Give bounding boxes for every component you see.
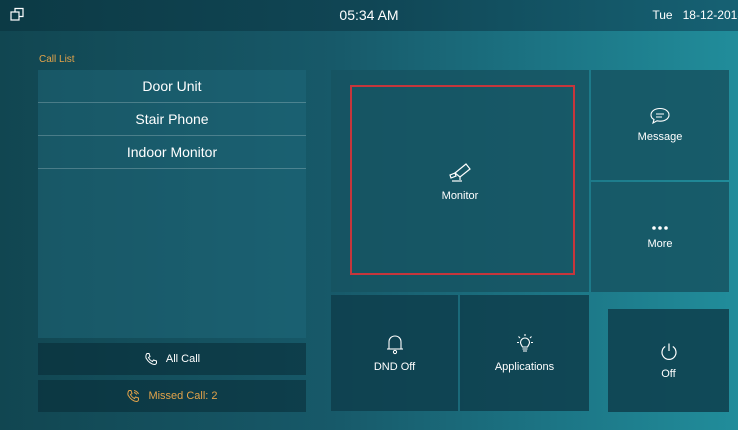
more-tile[interactable]: More <box>591 182 729 292</box>
phone-icon <box>145 353 157 366</box>
power-icon <box>660 343 677 360</box>
power-tile[interactable]: Off <box>608 309 729 412</box>
message-label: Message <box>637 131 683 143</box>
power-label: Off <box>661 367 676 380</box>
dnd-tile[interactable]: DND Off <box>331 295 458 411</box>
applications-label: Applications <box>494 361 555 373</box>
weekday: Tue <box>652 8 673 22</box>
chat-bubble-icon <box>650 107 670 125</box>
all-call-label: All Call <box>165 353 201 365</box>
bell-icon <box>386 335 403 355</box>
date-display: Tue 18-12-2018 <box>642 8 738 22</box>
missed-call-icon <box>127 390 140 403</box>
call-list-item-stair-phone[interactable]: Stair Phone <box>38 103 306 136</box>
call-list-item-indoor-monitor[interactable]: Indoor Monitor <box>38 136 306 169</box>
message-tile[interactable]: Message <box>591 70 729 180</box>
missed-call-label: Missed Call: 2 <box>148 390 218 402</box>
status-bar: 05:34 AM Tue 18-12-2018 <box>0 0 738 31</box>
selection-highlight <box>350 85 575 275</box>
call-list-panel: Door Unit Stair Phone Indoor Monitor <box>38 70 306 338</box>
lightbulb-icon <box>516 334 533 352</box>
date: 18-12-2018 <box>682 8 738 22</box>
all-call-button[interactable]: All Call <box>38 343 306 375</box>
missed-call-button[interactable]: Missed Call: 2 <box>38 380 306 412</box>
call-list-item-door-unit[interactable]: Door Unit <box>38 70 306 103</box>
call-list-title: Call List <box>39 54 75 65</box>
applications-tile[interactable]: Applications <box>460 295 589 411</box>
intercom-home-screen: 05:34 AM Tue 18-12-2018 Call List Door Un… <box>0 0 738 430</box>
more-label: More <box>647 238 673 250</box>
clock-time: 05:34 AM <box>339 7 399 23</box>
dnd-label: DND Off <box>373 361 416 373</box>
ellipsis-icon <box>652 226 668 230</box>
